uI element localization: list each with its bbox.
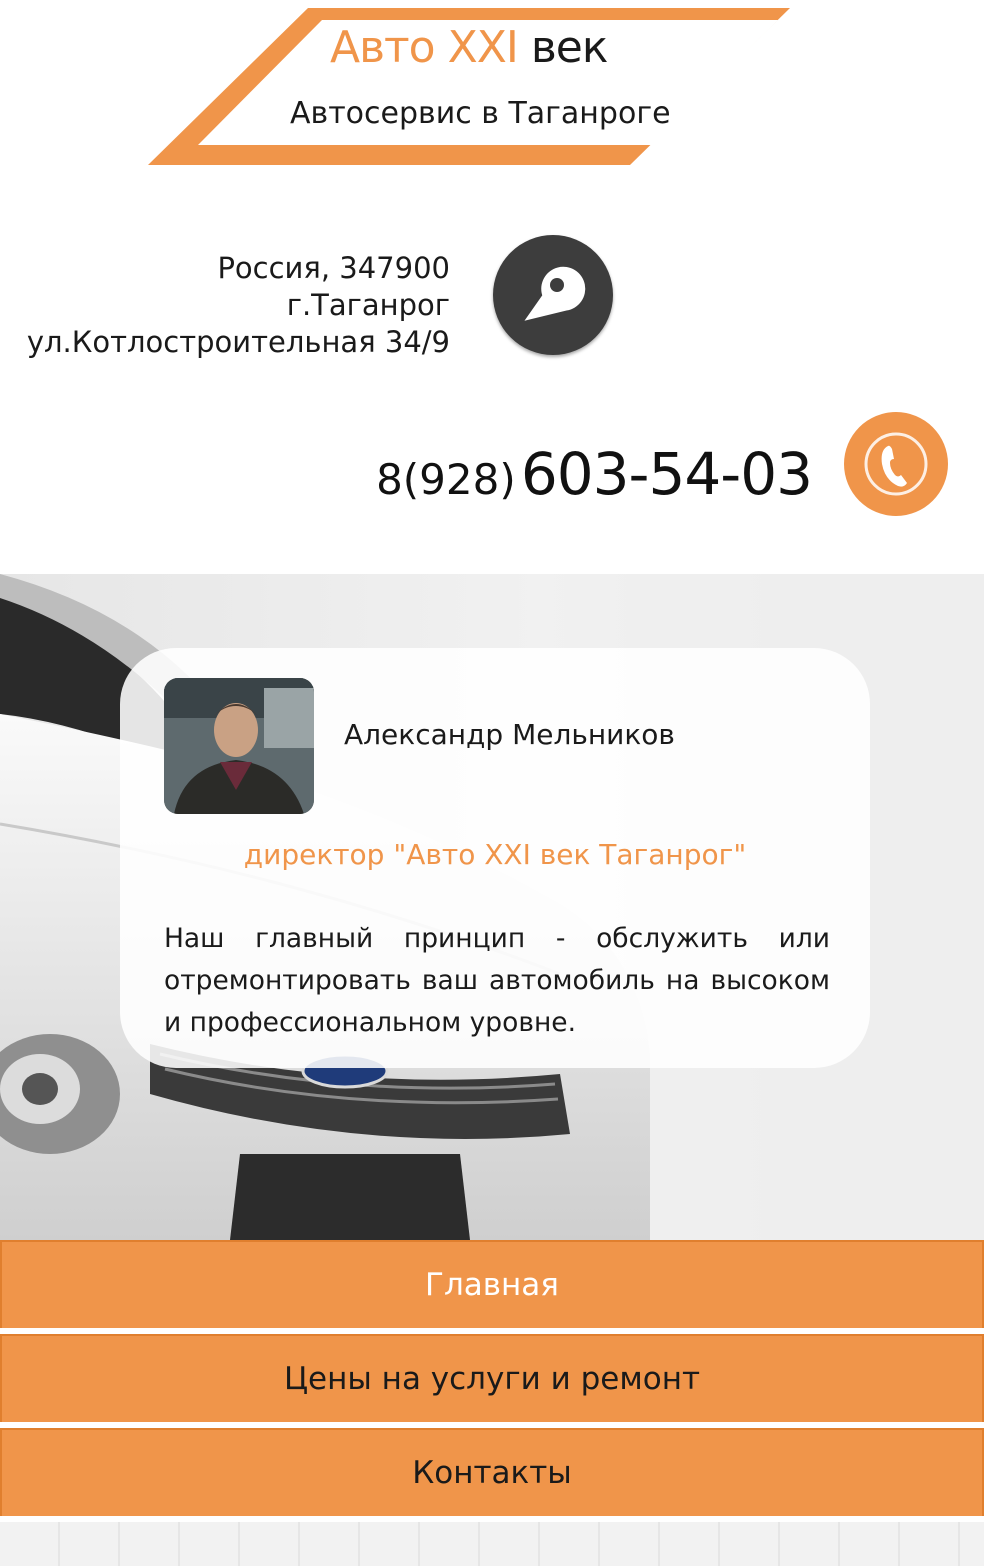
testimonial-card: Александр Мельников директор "Авто XXI в… bbox=[120, 648, 870, 1068]
phone-main-number: 603-54-03 bbox=[520, 440, 813, 508]
main-navigation: Главная Цены на услуги и ремонт Контакты bbox=[0, 1240, 984, 1522]
footer-background bbox=[0, 1522, 984, 1566]
address-line-street: ул.Котлостроительная 34/9 bbox=[26, 325, 450, 359]
phone-code: 8(928) bbox=[376, 455, 516, 504]
map-pin-icon[interactable] bbox=[493, 235, 613, 355]
nav-item-home[interactable]: Главная bbox=[0, 1240, 984, 1328]
site-logo[interactable]: Авто XXI век Автосервис в Таганроге bbox=[140, 0, 800, 170]
logo-rest: век bbox=[530, 22, 609, 73]
address-line-country: Россия, 347900 bbox=[217, 251, 450, 285]
nav-item-prices[interactable]: Цены на услуги и ремонт bbox=[0, 1334, 984, 1422]
hero-section: Александр Мельников директор "Авто XXI в… bbox=[0, 574, 984, 1240]
logo-subtitle: Автосервис в Таганроге bbox=[290, 96, 671, 131]
logo-brand: Авто XXI bbox=[330, 22, 519, 73]
avatar bbox=[164, 678, 314, 814]
address-block: Россия, 347900 г.Таганрог ул.Котлостроит… bbox=[27, 250, 450, 361]
person-role: директор "Авто XXI век Таганрог" bbox=[243, 838, 747, 871]
person-name: Александр Мельников bbox=[344, 718, 675, 751]
logo-title: Авто XXI век bbox=[330, 22, 630, 73]
phone-icon[interactable] bbox=[844, 412, 948, 516]
address-line-city: г.Таганрог bbox=[286, 288, 450, 322]
phone-number[interactable]: 8(928) 603-54-03 bbox=[376, 440, 813, 508]
testimonial-text: Наш главный принцип - обслужить или отре… bbox=[164, 923, 830, 1038]
nav-item-contacts[interactable]: Контакты bbox=[0, 1428, 984, 1516]
